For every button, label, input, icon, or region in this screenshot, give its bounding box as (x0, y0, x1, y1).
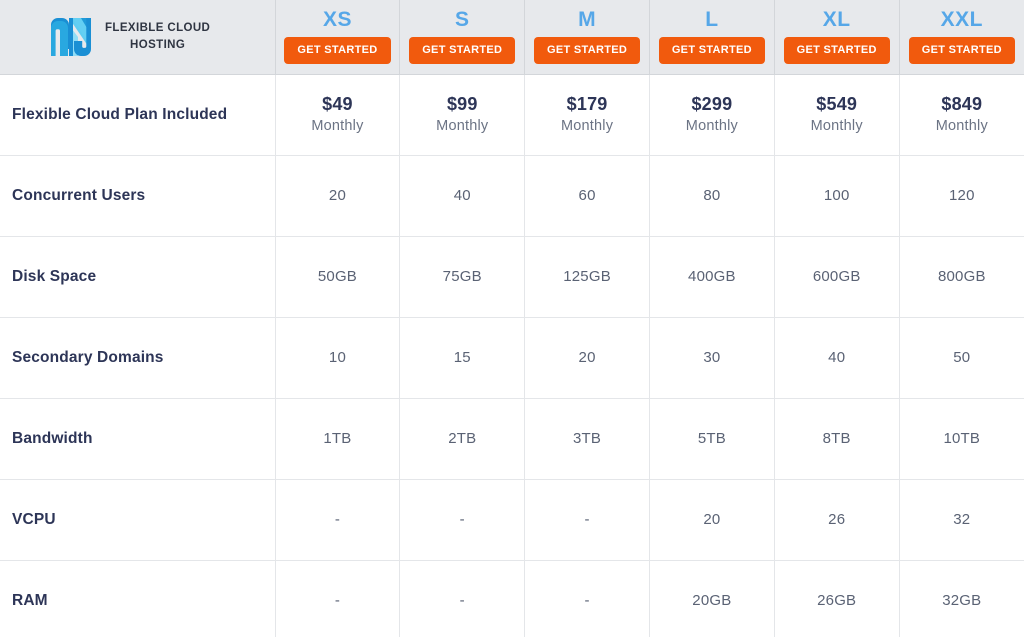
feature-value: 600GB (774, 236, 900, 318)
feature-value: - (275, 560, 401, 637)
plan-tier-label: M (578, 8, 597, 32)
feature-label: RAM (0, 560, 276, 637)
plan-tier-label: XS (322, 8, 352, 32)
plan-tier-label: S (455, 8, 470, 32)
feature-value: 32GB (899, 560, 1024, 637)
price-amount: $99 (446, 94, 478, 115)
plan-header-xxl: XXL GET STARTED (899, 0, 1024, 75)
feature-value: 10TB (899, 398, 1024, 480)
table-row: Bandwidth 1TB 2TB 3TB 5TB 8TB 10TB (0, 398, 1024, 480)
feature-label: Flexible Cloud Plan Included (0, 74, 276, 156)
plan-tier-label: L (705, 8, 719, 32)
feature-label: Bandwidth (0, 398, 276, 480)
feature-value: 400GB (649, 236, 775, 318)
price-period: Monthly (311, 117, 364, 134)
feature-value: 20GB (649, 560, 775, 637)
feature-value: 20 (524, 317, 650, 399)
feature-label: Disk Space (0, 236, 276, 318)
pricing-comparison-table: FLEXIBLE CLOUD HOSTING XS GET STARTED S … (0, 0, 1024, 637)
table-header: FLEXIBLE CLOUD HOSTING XS GET STARTED S … (0, 0, 1024, 75)
feature-value: 30 (649, 317, 775, 399)
feature-value: 15 (399, 317, 526, 399)
price-period: Monthly (685, 117, 738, 134)
feature-value: 50 (899, 317, 1024, 399)
plan-tier-label: XXL (940, 8, 983, 32)
feature-value: 800GB (899, 236, 1024, 318)
price-amount: $849 (941, 94, 983, 115)
plan-header-m: M GET STARTED (524, 0, 650, 75)
get-started-button-xs[interactable]: GET STARTED (284, 37, 391, 65)
feature-value: 1TB (275, 398, 401, 480)
table-row: Concurrent Users 20 40 60 80 100 120 (0, 155, 1024, 237)
price-period: Monthly (436, 117, 489, 134)
brand-cell: FLEXIBLE CLOUD HOSTING (0, 0, 276, 75)
feature-label: Secondary Domains (0, 317, 276, 399)
plan-header-s: S GET STARTED (399, 0, 526, 75)
plan-header-row: FLEXIBLE CLOUD HOSTING XS GET STARTED S … (0, 0, 1024, 75)
feature-value: 20 (275, 155, 401, 237)
plan-header-xs: XS GET STARTED (275, 0, 401, 75)
brand-name: FLEXIBLE CLOUD HOSTING (105, 22, 211, 51)
feature-value: 80 (649, 155, 775, 237)
get-started-button-s[interactable]: GET STARTED (409, 37, 516, 65)
feature-value: 26 (774, 479, 900, 561)
feature-value: 3TB (524, 398, 650, 480)
feature-value: 40 (399, 155, 526, 237)
feature-value: 40 (774, 317, 900, 399)
table-row: RAM - - - 20GB 26GB 32GB (0, 560, 1024, 637)
n-monogram-logo-icon (51, 17, 91, 56)
feature-value: 32 (899, 479, 1024, 561)
price-period: Monthly (935, 117, 988, 134)
price-cell: $299 Monthly (649, 74, 775, 156)
price-period: Monthly (810, 117, 863, 134)
feature-value: - (524, 479, 650, 561)
price-cell: $99 Monthly (399, 74, 526, 156)
table-body: Flexible Cloud Plan Included $49 Monthly… (0, 74, 1024, 637)
get-started-button-xxl[interactable]: GET STARTED (908, 37, 1015, 65)
feature-value: 50GB (275, 236, 401, 318)
feature-label: VCPU (0, 479, 276, 561)
feature-value: 120 (899, 155, 1024, 237)
get-started-button-m[interactable]: GET STARTED (534, 37, 641, 65)
price-cell: $179 Monthly (524, 74, 650, 156)
table-row: Disk Space 50GB 75GB 125GB 400GB 600GB 8… (0, 236, 1024, 318)
feature-label: Concurrent Users (0, 155, 276, 237)
price-cell: $49 Monthly (275, 74, 401, 156)
price-amount: $299 (691, 94, 733, 115)
feature-value: - (275, 479, 401, 561)
feature-value: - (399, 479, 526, 561)
price-amount: $549 (816, 94, 858, 115)
feature-value: - (524, 560, 650, 637)
plan-tier-label: XL (822, 8, 851, 32)
get-started-button-l[interactable]: GET STARTED (658, 37, 765, 65)
feature-value: - (399, 560, 526, 637)
feature-value: 10 (275, 317, 401, 399)
plan-header-xl: XL GET STARTED (774, 0, 900, 75)
table-row: Secondary Domains 10 15 20 30 40 50 (0, 317, 1024, 399)
table-row: VCPU - - - 20 26 32 (0, 479, 1024, 561)
feature-value: 75GB (399, 236, 526, 318)
feature-value: 2TB (399, 398, 526, 480)
price-cell: $849 Monthly (899, 74, 1024, 156)
feature-value: 125GB (524, 236, 650, 318)
feature-value: 100 (774, 155, 900, 237)
price-amount: $49 (322, 94, 353, 115)
table-row: Flexible Cloud Plan Included $49 Monthly… (0, 74, 1024, 156)
price-cell: $549 Monthly (774, 74, 900, 156)
feature-value: 5TB (649, 398, 775, 480)
get-started-button-xl[interactable]: GET STARTED (783, 37, 890, 65)
brand: FLEXIBLE CLOUD HOSTING (0, 15, 275, 59)
feature-value: 20 (649, 479, 775, 561)
plan-header-l: L GET STARTED (649, 0, 775, 75)
feature-value: 60 (524, 155, 650, 237)
price-period: Monthly (560, 117, 614, 134)
feature-value: 26GB (774, 560, 900, 637)
feature-value: 8TB (774, 398, 900, 480)
price-amount: $179 (566, 94, 608, 115)
